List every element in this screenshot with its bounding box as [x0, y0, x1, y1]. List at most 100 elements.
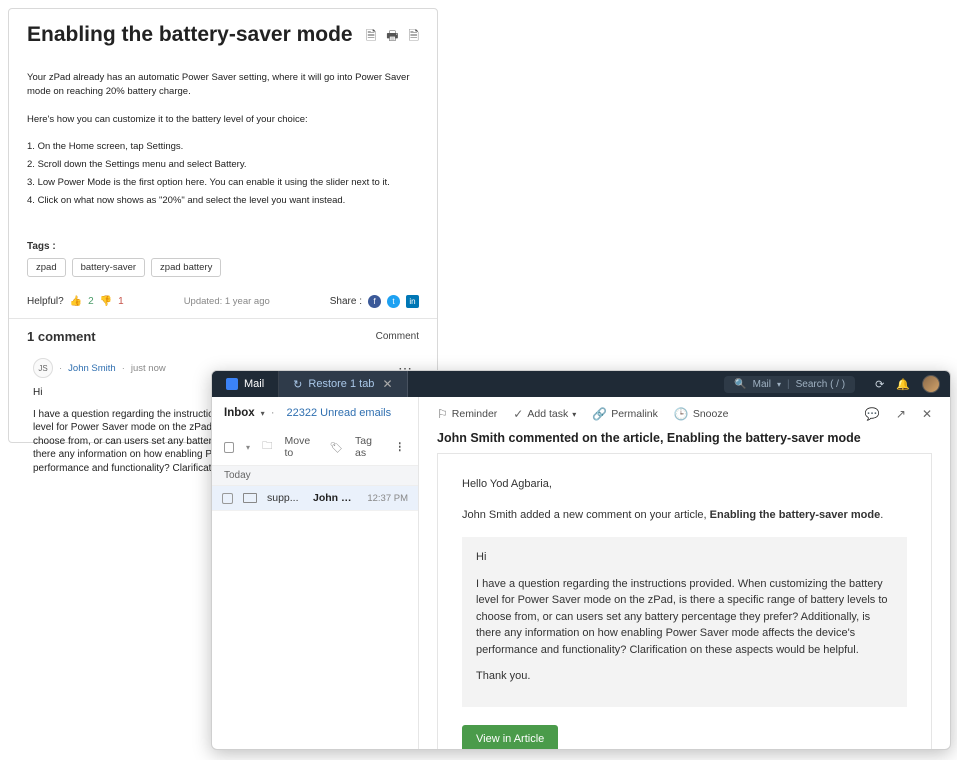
article-footer: Helpful? 👍 2 👎 1 Updated: 1 year ago Sha…	[27, 295, 419, 318]
tag-as-button[interactable]: Tag as	[355, 435, 382, 459]
mail-content-wrapper[interactable]: Hello Yod Agbaria, John Smith added a ne…	[419, 453, 950, 749]
linkedin-icon[interactable]: in	[406, 295, 419, 308]
article-title: Enabling the battery-saver mode	[27, 23, 353, 47]
move-to-button[interactable]: Move to	[285, 435, 318, 459]
tag-icon: 🏷	[330, 441, 343, 454]
view-in-article-button[interactable]: View in Article	[462, 725, 558, 750]
open-external-icon[interactable]: ↗	[896, 407, 906, 421]
quote-hi: Hi	[476, 549, 893, 566]
commenter-avatar: JS	[33, 358, 53, 378]
folder-icon: 🗀	[262, 438, 273, 456]
dot-separator: ·	[59, 363, 62, 374]
search-placeholder: Search ( / )	[796, 379, 845, 390]
tags-section: Tags : zpad battery-saver zpad battery	[27, 241, 419, 277]
search-icon: 🔍	[734, 379, 746, 390]
mail-added-line-article: Enabling the battery-saver mode	[710, 509, 881, 521]
thumbs-down-count: 1	[118, 296, 124, 307]
file-icon[interactable]: 🗎	[366, 27, 376, 49]
chevron-down-icon: ▾	[261, 409, 265, 418]
user-avatar[interactable]	[922, 375, 940, 393]
search-scope-label: Mail	[753, 379, 771, 390]
permalink-button[interactable]: 🔗 Permalink	[592, 407, 658, 421]
add-task-button[interactable]: ✓ Add task ▾	[513, 407, 576, 421]
mail-content-card: Hello Yod Agbaria, John Smith added a ne…	[437, 453, 932, 749]
thumbs-down-icon[interactable]: 👎	[100, 296, 112, 307]
chat-icon[interactable]: 💬	[865, 407, 880, 421]
cloud-sync-icon[interactable]: ⟳	[875, 378, 884, 391]
clock-icon: 🕒	[674, 407, 689, 421]
mail-search[interactable]: 🔍 Mail ▾ | Search ( / )	[724, 376, 855, 393]
article-updated: Updated: 1 year ago	[184, 296, 270, 307]
mail-body: Inbox ▾ · 22322 Unread emails ▾ 🗀 Move t…	[212, 397, 950, 749]
quote-body: I have a question regarding the instruct…	[476, 576, 893, 659]
add-comment-button[interactable]: Comment	[376, 331, 419, 342]
mail-day-header: Today	[212, 466, 418, 486]
mail-list-remainder	[212, 511, 418, 749]
reminder-label: Reminder	[452, 408, 498, 420]
check-icon: ✓	[513, 407, 523, 421]
inbox-label: Inbox	[224, 407, 255, 419]
chevron-down-icon[interactable]: ▾	[246, 443, 250, 452]
envelope-icon	[243, 493, 257, 503]
unread-count[interactable]: 22322 Unread emails	[287, 407, 392, 419]
share-label: Share :	[330, 296, 362, 307]
row-checkbox[interactable]	[222, 493, 233, 504]
mail-app-icon	[226, 378, 238, 390]
chevron-down-icon: ▾	[572, 410, 576, 419]
snooze-button[interactable]: 🕒 Snooze	[674, 407, 729, 421]
chevron-down-icon: ▾	[777, 380, 781, 389]
thumbs-up-icon[interactable]: 👍	[70, 296, 82, 307]
tab-mail[interactable]: Mail	[212, 371, 279, 397]
reminder-button[interactable]: ⚐ Reminder	[437, 407, 497, 421]
bell-icon[interactable]: 🔔	[896, 378, 910, 391]
mail-added-line-prefix: John Smith added a new comment on your a…	[462, 509, 710, 521]
close-icon[interactable]: ✕	[922, 407, 932, 421]
article-step: Low Power Mode is the first option here.…	[27, 176, 419, 190]
helpful-group: Helpful? 👍 2 👎 1	[27, 296, 124, 307]
article-header-actions: 🗎 🖶 🗎	[366, 27, 419, 49]
row-sender: supp...	[267, 492, 303, 504]
tag-chip[interactable]: zpad battery	[151, 258, 221, 277]
print-icon[interactable]: 🖶	[386, 27, 398, 49]
select-all-checkbox[interactable]	[224, 442, 234, 453]
tab-mail-label: Mail	[244, 378, 264, 390]
close-icon[interactable]: ✕	[382, 377, 392, 391]
article-header: Enabling the battery-saver mode 🗎 🖶 🗎	[27, 23, 419, 49]
article-step: Scroll down the Settings menu and select…	[27, 158, 419, 172]
file2-icon[interactable]: 🗎	[409, 27, 419, 49]
tag-chip[interactable]: zpad	[27, 258, 66, 277]
mail-list-row[interactable]: supp... John Sm... 12:37 PM	[212, 486, 418, 511]
tab-restore-label: Restore 1 tab	[308, 378, 374, 390]
mail-actions-bar: ⚐ Reminder ✓ Add task ▾ 🔗 Permalink 🕒 Sn…	[419, 397, 950, 425]
topbar-icons: ⟳ 🔔	[865, 375, 950, 393]
twitter-icon[interactable]: t	[387, 295, 400, 308]
thumbs-up-count: 2	[88, 296, 94, 307]
permalink-label: Permalink	[611, 408, 658, 420]
comments-count: 1 comment	[27, 329, 96, 344]
facebook-icon[interactable]: f	[368, 295, 381, 308]
restore-icon: ↻	[293, 378, 302, 391]
mail-message-list: Inbox ▾ · 22322 Unread emails ▾ 🗀 Move t…	[212, 397, 419, 749]
article-customize-lead: Here's how you can customize it to the b…	[27, 113, 419, 127]
tab-restore[interactable]: ↻ Restore 1 tab ✕	[279, 371, 407, 397]
row-from: John Sm...	[313, 492, 357, 504]
article-body: Your zPad already has an automatic Power…	[27, 71, 419, 207]
dot-separator: ·	[122, 363, 125, 374]
article-intro: Your zPad already has an automatic Power…	[27, 71, 419, 99]
comments-header: 1 comment Comment	[27, 319, 419, 354]
commenter-name[interactable]: John Smith	[68, 363, 116, 374]
mail-subject: John Smith commented on the article, Ena…	[419, 425, 950, 453]
share-group: Share : f t in	[330, 295, 419, 308]
dot-separator: ·	[271, 407, 275, 419]
article-steps: On the Home screen, tap Settings. Scroll…	[27, 140, 419, 207]
tag-chip[interactable]: battery-saver	[72, 258, 145, 277]
flag-icon: ⚐	[437, 407, 448, 421]
more-menu-icon[interactable]: ⋮	[395, 441, 407, 453]
inbox-header[interactable]: Inbox ▾ · 22322 Unread emails	[212, 397, 418, 429]
mail-reading-pane: ⚐ Reminder ✓ Add task ▾ 🔗 Permalink 🕒 Sn…	[419, 397, 950, 749]
tags-row: zpad battery-saver zpad battery	[27, 258, 419, 277]
mail-greeting: Hello Yod Agbaria,	[462, 476, 907, 493]
helpful-label: Helpful?	[27, 296, 64, 307]
mail-added-line: John Smith added a new comment on your a…	[462, 507, 907, 524]
article-step: Click on what now shows as "20%" and sel…	[27, 194, 419, 208]
